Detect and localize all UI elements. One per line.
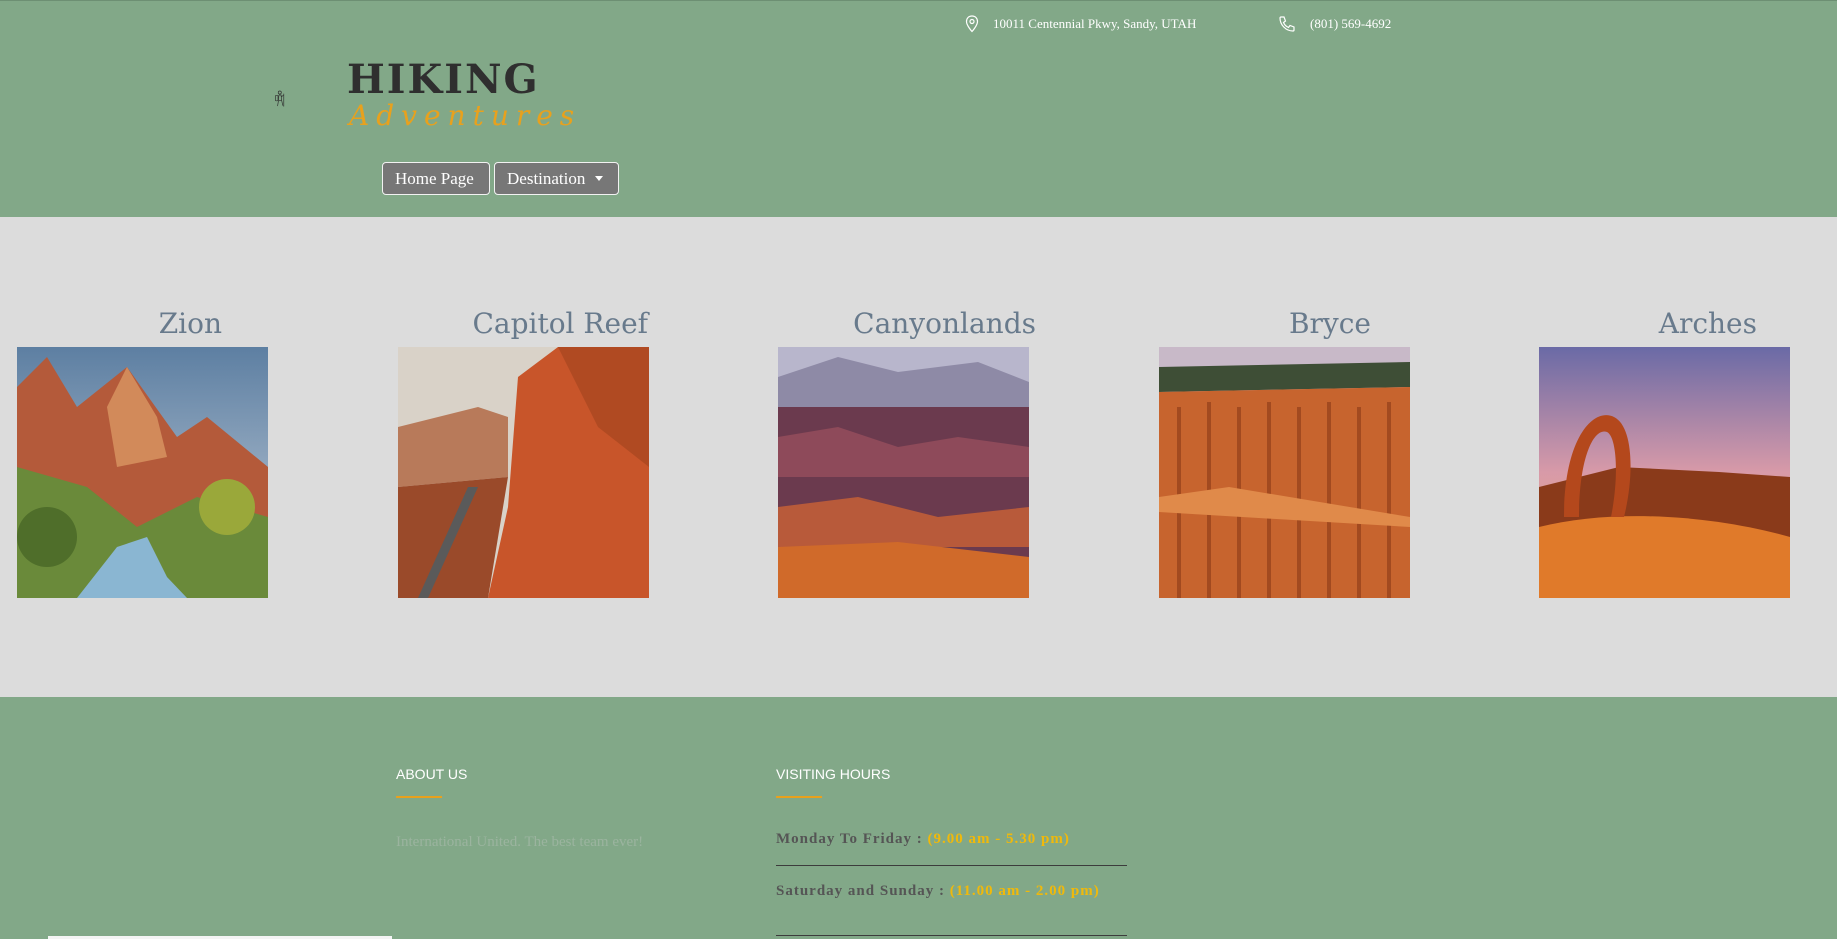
home-page-button[interactable]: Home Page [382, 162, 490, 195]
home-page-label: Home Page [395, 168, 474, 188]
hours-row-weekdays: Monday To Friday : (9.00 am - 5.30 pm) [776, 830, 1126, 848]
zion-photo[interactable] [17, 347, 268, 598]
hours-days-weekdays: Monday To Friday : [776, 831, 923, 847]
caret-down-icon [595, 176, 604, 181]
canyonlands-photo[interactable] [778, 347, 1029, 598]
phone-info: (801) 569-4692 [1278, 15, 1391, 33]
hours-time-weekdays: (9.00 am - 5.30 pm) [927, 831, 1070, 847]
logo-subtitle[interactable]: Adventures [349, 99, 581, 132]
arches-photo[interactable] [1539, 347, 1790, 598]
destination-title-capitol-reef[interactable]: Capitol Reef [398, 307, 648, 340]
hours-days-weekend: Saturday and Sunday : [776, 883, 945, 899]
address-info: 10011 Centennial Pkwy, Sandy, UTAH [965, 15, 1196, 33]
hours-divider [776, 865, 1127, 866]
destination-title-canyonlands[interactable]: Canyonlands [786, 307, 1036, 340]
destination-dropdown-button[interactable]: Destination [494, 162, 619, 195]
bryce-photo[interactable] [1159, 347, 1410, 598]
about-us-text: International United. The best team ever… [396, 834, 644, 850]
phone-icon [1279, 16, 1295, 32]
hours-divider [776, 935, 1127, 936]
destination-title-arches[interactable]: Arches [1507, 307, 1757, 340]
hours-time-weekend: (11.00 am - 2.00 pm) [949, 883, 1100, 899]
destination-title-zion[interactable]: Zion [0, 307, 222, 340]
hiker-logo-icon[interactable] [274, 59, 334, 139]
site-header: 10011 Centennial Pkwy, Sandy, UTAH (801)… [0, 0, 1837, 217]
phone-text: (801) 569-4692 [1310, 16, 1392, 31]
site-footer [0, 697, 1837, 939]
address-text: 10011 Centennial Pkwy, Sandy, UTAH [993, 16, 1197, 31]
about-us-heading: ABOUT US [396, 766, 468, 782]
hours-row-weekend: Saturday and Sunday : (11.00 am - 2.00 p… [776, 882, 1126, 900]
destination-label: Destination [507, 168, 586, 188]
destination-title-bryce[interactable]: Bryce [1121, 307, 1371, 340]
location-pin-icon [965, 15, 979, 33]
visiting-hours-heading: VISITING HOURS [776, 766, 891, 782]
capitol-reef-photo[interactable] [398, 347, 649, 598]
about-us-underline [396, 796, 442, 798]
logo-title[interactable]: HIKING [347, 56, 540, 103]
visiting-hours-underline [776, 796, 822, 798]
